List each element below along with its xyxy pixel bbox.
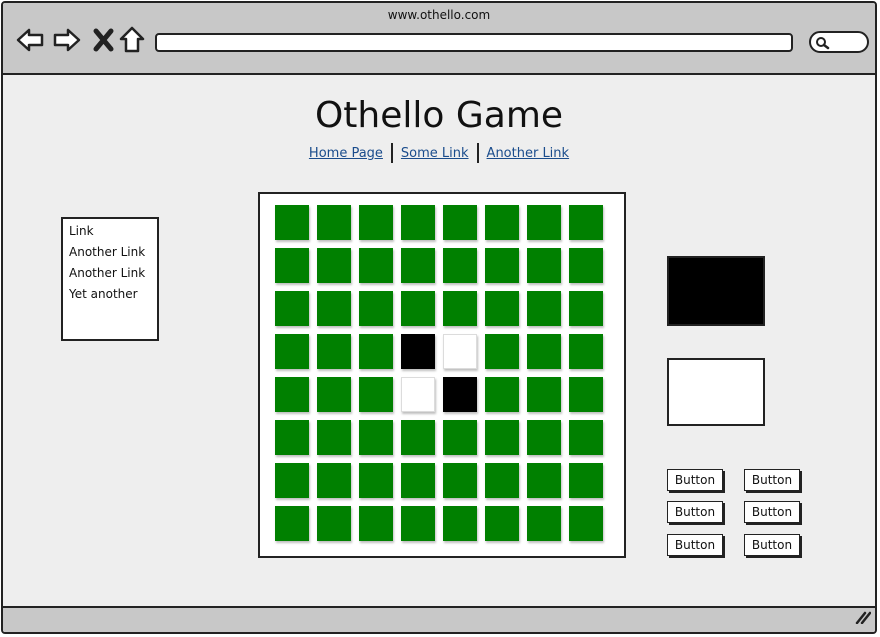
empty-square[interactable] — [317, 463, 351, 498]
empty-square[interactable] — [569, 334, 603, 369]
white-disc[interactable] — [401, 377, 435, 412]
home-icon[interactable] — [117, 25, 147, 55]
empty-square[interactable] — [359, 334, 393, 369]
status-bar — [3, 606, 875, 632]
empty-square[interactable] — [443, 205, 477, 240]
empty-square[interactable] — [569, 420, 603, 455]
back-arrow-icon[interactable] — [15, 25, 45, 55]
empty-square[interactable] — [485, 463, 519, 498]
empty-square[interactable] — [359, 463, 393, 498]
empty-square[interactable] — [317, 334, 351, 369]
empty-square[interactable] — [569, 205, 603, 240]
empty-square[interactable] — [275, 420, 309, 455]
empty-square[interactable] — [485, 506, 519, 541]
empty-square[interactable] — [275, 248, 309, 283]
empty-square[interactable] — [317, 248, 351, 283]
empty-square[interactable] — [359, 420, 393, 455]
link-home-page[interactable]: Home Page — [301, 146, 391, 161]
black-disc[interactable] — [443, 377, 477, 412]
browser-window: www.othello.com Othello Game Home Page So… — [1, 1, 877, 634]
button-5[interactable]: Button — [667, 534, 723, 556]
empty-square[interactable] — [275, 463, 309, 498]
white-player-indicator — [667, 358, 765, 426]
button-3[interactable]: Button — [667, 501, 723, 523]
empty-square[interactable] — [527, 377, 561, 412]
empty-square[interactable] — [401, 291, 435, 326]
search-icon — [816, 37, 830, 50]
empty-square[interactable] — [527, 291, 561, 326]
empty-square[interactable] — [317, 291, 351, 326]
empty-square[interactable] — [317, 377, 351, 412]
empty-square[interactable] — [485, 205, 519, 240]
empty-square[interactable] — [569, 463, 603, 498]
top-nav: Home Page Some Link Another Link — [3, 143, 875, 163]
empty-square[interactable] — [401, 463, 435, 498]
empty-square[interactable] — [527, 506, 561, 541]
page-title: Othello Game — [314, 95, 564, 136]
empty-square[interactable] — [527, 463, 561, 498]
search-field[interactable] — [809, 31, 869, 53]
button-2[interactable]: Button — [744, 469, 800, 491]
empty-square[interactable] — [317, 420, 351, 455]
empty-square[interactable] — [317, 205, 351, 240]
empty-square[interactable] — [485, 377, 519, 412]
empty-square[interactable] — [485, 334, 519, 369]
button-4[interactable]: Button — [744, 501, 800, 523]
empty-square[interactable] — [359, 205, 393, 240]
resize-grip-icon[interactable] — [855, 609, 872, 628]
link-another-link[interactable]: Another Link — [479, 146, 578, 161]
side-menu-item[interactable]: Link — [69, 221, 157, 242]
window-url: www.othello.com — [387, 8, 491, 22]
empty-square[interactable] — [275, 506, 309, 541]
forward-arrow-icon[interactable] — [52, 25, 82, 55]
white-disc[interactable] — [443, 334, 477, 369]
empty-square[interactable] — [359, 291, 393, 326]
othello-board — [258, 192, 626, 558]
button-6[interactable]: Button — [744, 534, 800, 556]
empty-square[interactable] — [569, 506, 603, 541]
button-1[interactable]: Button — [667, 469, 723, 491]
empty-square[interactable] — [485, 248, 519, 283]
empty-square[interactable] — [401, 248, 435, 283]
empty-square[interactable] — [569, 377, 603, 412]
browser-toolbar: www.othello.com — [3, 3, 875, 75]
address-bar[interactable] — [155, 33, 793, 52]
empty-square[interactable] — [443, 463, 477, 498]
black-player-indicator — [667, 256, 765, 326]
empty-square[interactable] — [485, 420, 519, 455]
side-menu: Link Another Link Another Link Yet anoth… — [61, 217, 159, 341]
empty-square[interactable] — [443, 506, 477, 541]
empty-square[interactable] — [569, 248, 603, 283]
empty-square[interactable] — [317, 506, 351, 541]
empty-square[interactable] — [443, 420, 477, 455]
empty-square[interactable] — [527, 420, 561, 455]
empty-square[interactable] — [401, 420, 435, 455]
side-menu-item[interactable]: Yet another — [69, 284, 157, 305]
empty-square[interactable] — [359, 506, 393, 541]
empty-square[interactable] — [275, 291, 309, 326]
black-disc[interactable] — [401, 334, 435, 369]
empty-square[interactable] — [275, 334, 309, 369]
link-some-link[interactable]: Some Link — [393, 146, 477, 161]
empty-square[interactable] — [527, 334, 561, 369]
empty-square[interactable] — [569, 291, 603, 326]
side-menu-item[interactable]: Another Link — [69, 263, 157, 284]
side-menu-item[interactable]: Another Link — [69, 242, 157, 263]
empty-square[interactable] — [443, 248, 477, 283]
empty-square[interactable] — [527, 248, 561, 283]
empty-square[interactable] — [275, 205, 309, 240]
empty-square[interactable] — [275, 377, 309, 412]
empty-square[interactable] — [401, 205, 435, 240]
empty-square[interactable] — [485, 291, 519, 326]
empty-square[interactable] — [401, 506, 435, 541]
empty-square[interactable] — [527, 205, 561, 240]
empty-square[interactable] — [359, 377, 393, 412]
empty-square[interactable] — [359, 248, 393, 283]
empty-square[interactable] — [443, 291, 477, 326]
